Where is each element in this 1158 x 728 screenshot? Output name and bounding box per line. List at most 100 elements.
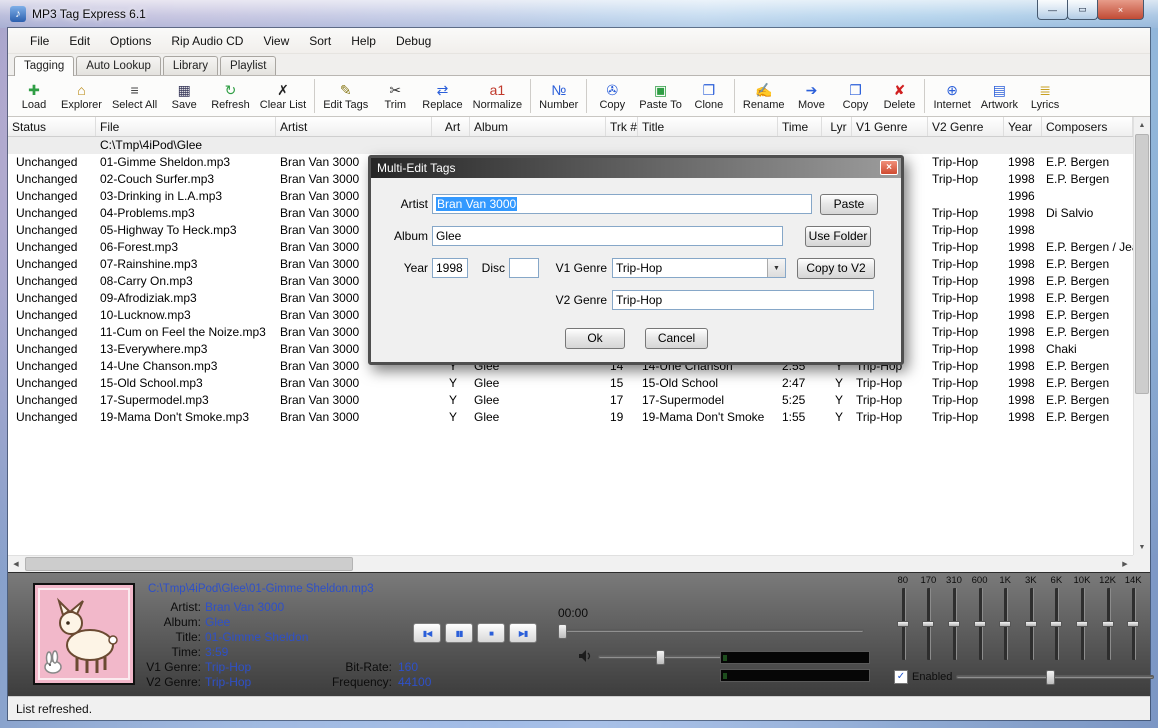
eq-band-10k-slider[interactable]	[1076, 588, 1088, 660]
column-header-time[interactable]: Time	[778, 117, 822, 136]
eq-band-80-slider[interactable]	[897, 588, 909, 660]
eq-band-170-slider[interactable]	[922, 588, 934, 660]
eq-slider-thumb[interactable]	[999, 621, 1011, 627]
album-input[interactable]: Glee	[432, 226, 783, 246]
scroll-right-icon[interactable]: ▶	[1117, 556, 1133, 572]
eq-enabled-checkbox[interactable]: ✓	[894, 670, 908, 684]
column-header-file[interactable]: File	[96, 117, 276, 136]
toolbar-trim-button[interactable]: ✂Trim	[373, 77, 417, 115]
preamp-slider[interactable]	[956, 675, 1154, 679]
tab-playlist[interactable]: Playlist	[220, 56, 276, 75]
scroll-up-icon[interactable]: ▲	[1134, 117, 1150, 133]
volume-slider-thumb[interactable]	[656, 650, 665, 665]
column-header-title[interactable]: Title	[638, 117, 778, 136]
table-row[interactable]: Unchanged17-Supermodel.mp3Bran Van 3000Y…	[8, 392, 1133, 409]
eq-slider-thumb[interactable]	[974, 621, 986, 627]
horizontal-scrollbar[interactable]: ◀ ▶	[8, 555, 1133, 572]
toolbar-artwork-button[interactable]: ▤Artwork	[976, 77, 1023, 115]
table-row[interactable]: Unchanged19-Mama Don't Smoke.mp3Bran Van…	[8, 409, 1133, 426]
toolbar-clear-list-button[interactable]: ✗Clear List	[255, 77, 311, 115]
toolbar-move-button[interactable]: ➔Move	[789, 77, 833, 115]
dialog-close-icon[interactable]: ×	[880, 160, 898, 175]
column-header-composers[interactable]: Composers	[1042, 117, 1133, 136]
eq-slider-thumb[interactable]	[897, 621, 909, 627]
vertical-scroll-thumb[interactable]	[1135, 134, 1149, 394]
use-folder-button[interactable]: Use Folder	[805, 226, 871, 247]
column-header-album[interactable]: Album	[470, 117, 606, 136]
column-header-v2-genre[interactable]: V2 Genre	[928, 117, 1004, 136]
eq-slider-thumb[interactable]	[922, 621, 934, 627]
copy-to-v2-button[interactable]: Copy to V2	[797, 258, 875, 279]
eq-slider-thumb[interactable]	[1050, 621, 1062, 627]
eq-slider-thumb[interactable]	[948, 621, 960, 627]
eq-band-1k-slider[interactable]	[999, 588, 1011, 660]
toolbar-internet-button[interactable]: ⊕Internet	[928, 77, 975, 115]
column-header-artist[interactable]: Artist	[276, 117, 432, 136]
tab-library[interactable]: Library	[163, 56, 218, 75]
toolbar-save-button[interactable]: ▦Save	[162, 77, 206, 115]
toolbar-edit-tags-button[interactable]: ✎Edit Tags	[318, 77, 373, 115]
toolbar-copy-tag-button[interactable]: ✇Copy	[590, 77, 634, 115]
eq-band-600-slider[interactable]	[974, 588, 986, 660]
menu-view[interactable]: View	[253, 30, 299, 52]
column-header-v1-genre[interactable]: V1 Genre	[852, 117, 928, 136]
menu-debug[interactable]: Debug	[386, 30, 441, 52]
toolbar-explorer-button[interactable]: ⌂Explorer	[56, 77, 107, 115]
column-header-status[interactable]: Status	[8, 117, 96, 136]
horizontal-scroll-thumb[interactable]	[25, 557, 353, 571]
toolbar-copy-file-button[interactable]: ❐Copy	[833, 77, 877, 115]
next-button[interactable]: ▶▮	[509, 623, 537, 643]
v2-genre-input[interactable]: Trip-Hop	[612, 290, 874, 310]
seek-slider[interactable]	[558, 629, 864, 633]
cancel-button[interactable]: Cancel	[645, 328, 708, 349]
maximize-button[interactable]: ▭	[1067, 0, 1098, 20]
toolbar-rename-button[interactable]: ✍Rename	[738, 77, 790, 115]
column-header-year[interactable]: Year	[1004, 117, 1042, 136]
stop-button[interactable]: ■	[477, 623, 505, 643]
eq-slider-thumb[interactable]	[1025, 621, 1037, 627]
eq-slider-thumb[interactable]	[1127, 621, 1139, 627]
vertical-scrollbar[interactable]: ▲ ▼	[1133, 117, 1150, 555]
column-header-lyr[interactable]: Lyr	[822, 117, 852, 136]
eq-band-3k-slider[interactable]	[1025, 588, 1037, 660]
toolbar-paste-to-button[interactable]: ▣Paste To	[634, 77, 687, 115]
disc-input[interactable]	[509, 258, 539, 278]
menu-help[interactable]: Help	[341, 30, 386, 52]
toolbar-normalize-button[interactable]: a1Normalize	[468, 77, 528, 115]
v1-genre-dropdown[interactable]: Trip-Hop ▼	[612, 258, 786, 278]
tab-tagging[interactable]: Tagging	[14, 56, 74, 76]
toolbar-number-button[interactable]: №Number	[534, 77, 583, 115]
toolbar-select-all-button[interactable]: ≡Select All	[107, 77, 162, 115]
paste-button[interactable]: Paste	[820, 194, 878, 215]
minimize-button[interactable]: —	[1037, 0, 1068, 20]
eq-slider-thumb[interactable]	[1102, 621, 1114, 627]
preamp-slider-thumb[interactable]	[1046, 670, 1055, 685]
eq-band-14k-slider[interactable]	[1127, 588, 1139, 660]
tab-auto-lookup[interactable]: Auto Lookup	[76, 56, 161, 75]
eq-band-6k-slider[interactable]	[1050, 588, 1062, 660]
column-header-trk[interactable]: Trk #	[606, 117, 638, 136]
eq-band-12k-slider[interactable]	[1102, 588, 1114, 660]
scroll-down-icon[interactable]: ▼	[1134, 539, 1150, 555]
dropdown-arrow-icon[interactable]: ▼	[767, 259, 785, 277]
toolbar-clone-button[interactable]: ❒Clone	[687, 77, 731, 115]
menu-sort[interactable]: Sort	[299, 30, 341, 52]
year-input[interactable]: 1998	[432, 258, 468, 278]
toolbar-replace-button[interactable]: ⇄Replace	[417, 77, 467, 115]
previous-button[interactable]: ▮◀	[413, 623, 441, 643]
toolbar-refresh-button[interactable]: ↻Refresh	[206, 77, 255, 115]
seek-slider-thumb[interactable]	[558, 624, 567, 639]
toolbar-load-button[interactable]: ✚Load	[12, 77, 56, 115]
menu-rip-audio-cd[interactable]: Rip Audio CD	[161, 30, 253, 52]
close-button[interactable]: ×	[1097, 0, 1144, 20]
scroll-left-icon[interactable]: ◀	[8, 556, 24, 572]
ok-button[interactable]: Ok	[565, 328, 625, 349]
eq-slider-thumb[interactable]	[1076, 621, 1088, 627]
menu-options[interactable]: Options	[100, 30, 161, 52]
pause-button[interactable]: ▮▮	[445, 623, 473, 643]
menu-file[interactable]: File	[20, 30, 59, 52]
table-row[interactable]: Unchanged15-Old School.mp3Bran Van 3000Y…	[8, 375, 1133, 392]
menu-edit[interactable]: Edit	[59, 30, 100, 52]
toolbar-lyrics-button[interactable]: ≣Lyrics	[1023, 77, 1067, 115]
toolbar-delete-button[interactable]: ✘Delete	[877, 77, 921, 115]
